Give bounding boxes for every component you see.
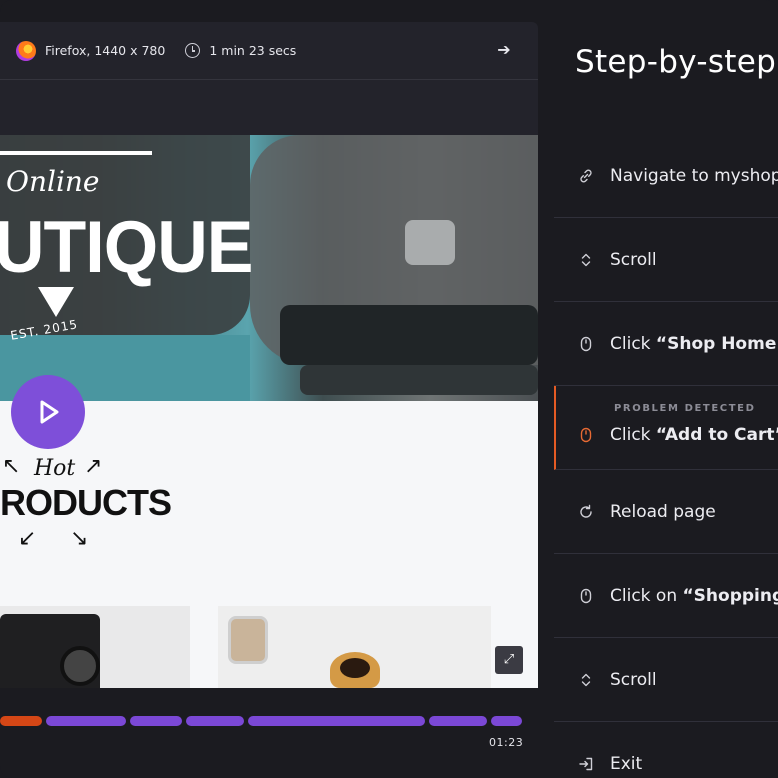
logo-chevron (38, 287, 74, 317)
arrow-right-icon[interactable]: ➔ (494, 40, 514, 60)
logo-script: Online (6, 165, 100, 198)
play-icon (40, 400, 59, 424)
step-label: Reload page (610, 501, 716, 522)
timeline-segment[interactable] (46, 716, 126, 726)
app-frame: Firefox, 1440 x 780 1 min 23 secs ➔ Onli… (0, 0, 778, 778)
step-label: Navigate to myshoppi (610, 165, 778, 186)
step-item[interactable]: Scroll (554, 218, 778, 302)
arrow-deco-icon: ↖ (2, 454, 21, 479)
step-label: Click “Add to Cart” (610, 424, 778, 445)
exit-icon (578, 756, 594, 772)
scroll-icon (578, 252, 594, 268)
product-thumbnail-camera[interactable] (0, 606, 190, 688)
browser-info: Firefox, 1440 x 780 (45, 43, 166, 58)
step-item-problem[interactable]: PROBLEM DETECTED Click “Add to Cart” (554, 386, 778, 470)
hot-products-logo: ↖ Hot ↗ RODUCTS ↙ ↘ (0, 448, 172, 558)
timeline-segment[interactable] (130, 716, 182, 726)
mouse-icon (578, 588, 594, 604)
link-icon (578, 168, 594, 184)
session-timeline[interactable] (0, 716, 524, 726)
arrow-deco-icon: ↙ (18, 526, 37, 551)
logo-main-text: UTIQUE (0, 206, 253, 288)
step-label: Exit (610, 754, 643, 774)
expand-icon[interactable]: ⤢ (495, 646, 523, 674)
step-label: Scroll (610, 249, 657, 270)
steps-panel: Step-by-step Navigate to myshoppi Scroll… (554, 0, 778, 778)
step-item[interactable]: Exit (554, 722, 778, 778)
player-toolbar (0, 80, 538, 135)
product-thumbnail-coffee[interactable] (218, 606, 491, 688)
session-player: Firefox, 1440 x 780 1 min 23 secs ➔ Onli… (0, 22, 538, 688)
session-duration: 1 min 23 secs (209, 43, 297, 58)
step-item[interactable]: Navigate to myshoppi (554, 134, 778, 218)
step-item[interactable]: Click “Shop Home Go (554, 302, 778, 386)
problem-detected-badge: PROBLEM DETECTED (614, 403, 756, 414)
hero-banner: Online UTIQUE EST. 2015 (0, 135, 538, 401)
timestamp: 01:23 (489, 736, 524, 749)
timeline-segment[interactable] (0, 716, 42, 726)
timeline-segment[interactable] (186, 716, 244, 726)
timeline-segment[interactable] (248, 716, 425, 726)
timeline-segment[interactable] (429, 716, 487, 726)
step-item[interactable]: Scroll (554, 638, 778, 722)
mouse-icon (578, 427, 594, 443)
clock-icon (185, 43, 201, 58)
step-item[interactable]: Click on “Shopping C (554, 554, 778, 638)
step-label: Click on “Shopping C (610, 585, 778, 606)
step-item[interactable]: Reload page (554, 470, 778, 554)
player-header: Firefox, 1440 x 780 1 min 23 secs ➔ (0, 22, 538, 80)
timeline-segment[interactable] (491, 716, 522, 726)
arrow-deco-icon: ↗ (84, 454, 103, 479)
products-label: RODUCTS (0, 482, 172, 523)
logo-frame (0, 151, 152, 155)
arrow-deco-icon: ↘ (70, 526, 89, 551)
reload-icon (578, 504, 594, 520)
step-label: Click “Shop Home Go (610, 333, 778, 354)
steps-title: Step-by-step (575, 44, 777, 80)
scroll-icon (578, 672, 594, 688)
play-button[interactable] (11, 375, 85, 449)
firefox-icon (16, 40, 36, 61)
step-label: Scroll (610, 669, 657, 690)
mouse-icon (578, 336, 594, 352)
hot-label: Hot (34, 456, 76, 481)
